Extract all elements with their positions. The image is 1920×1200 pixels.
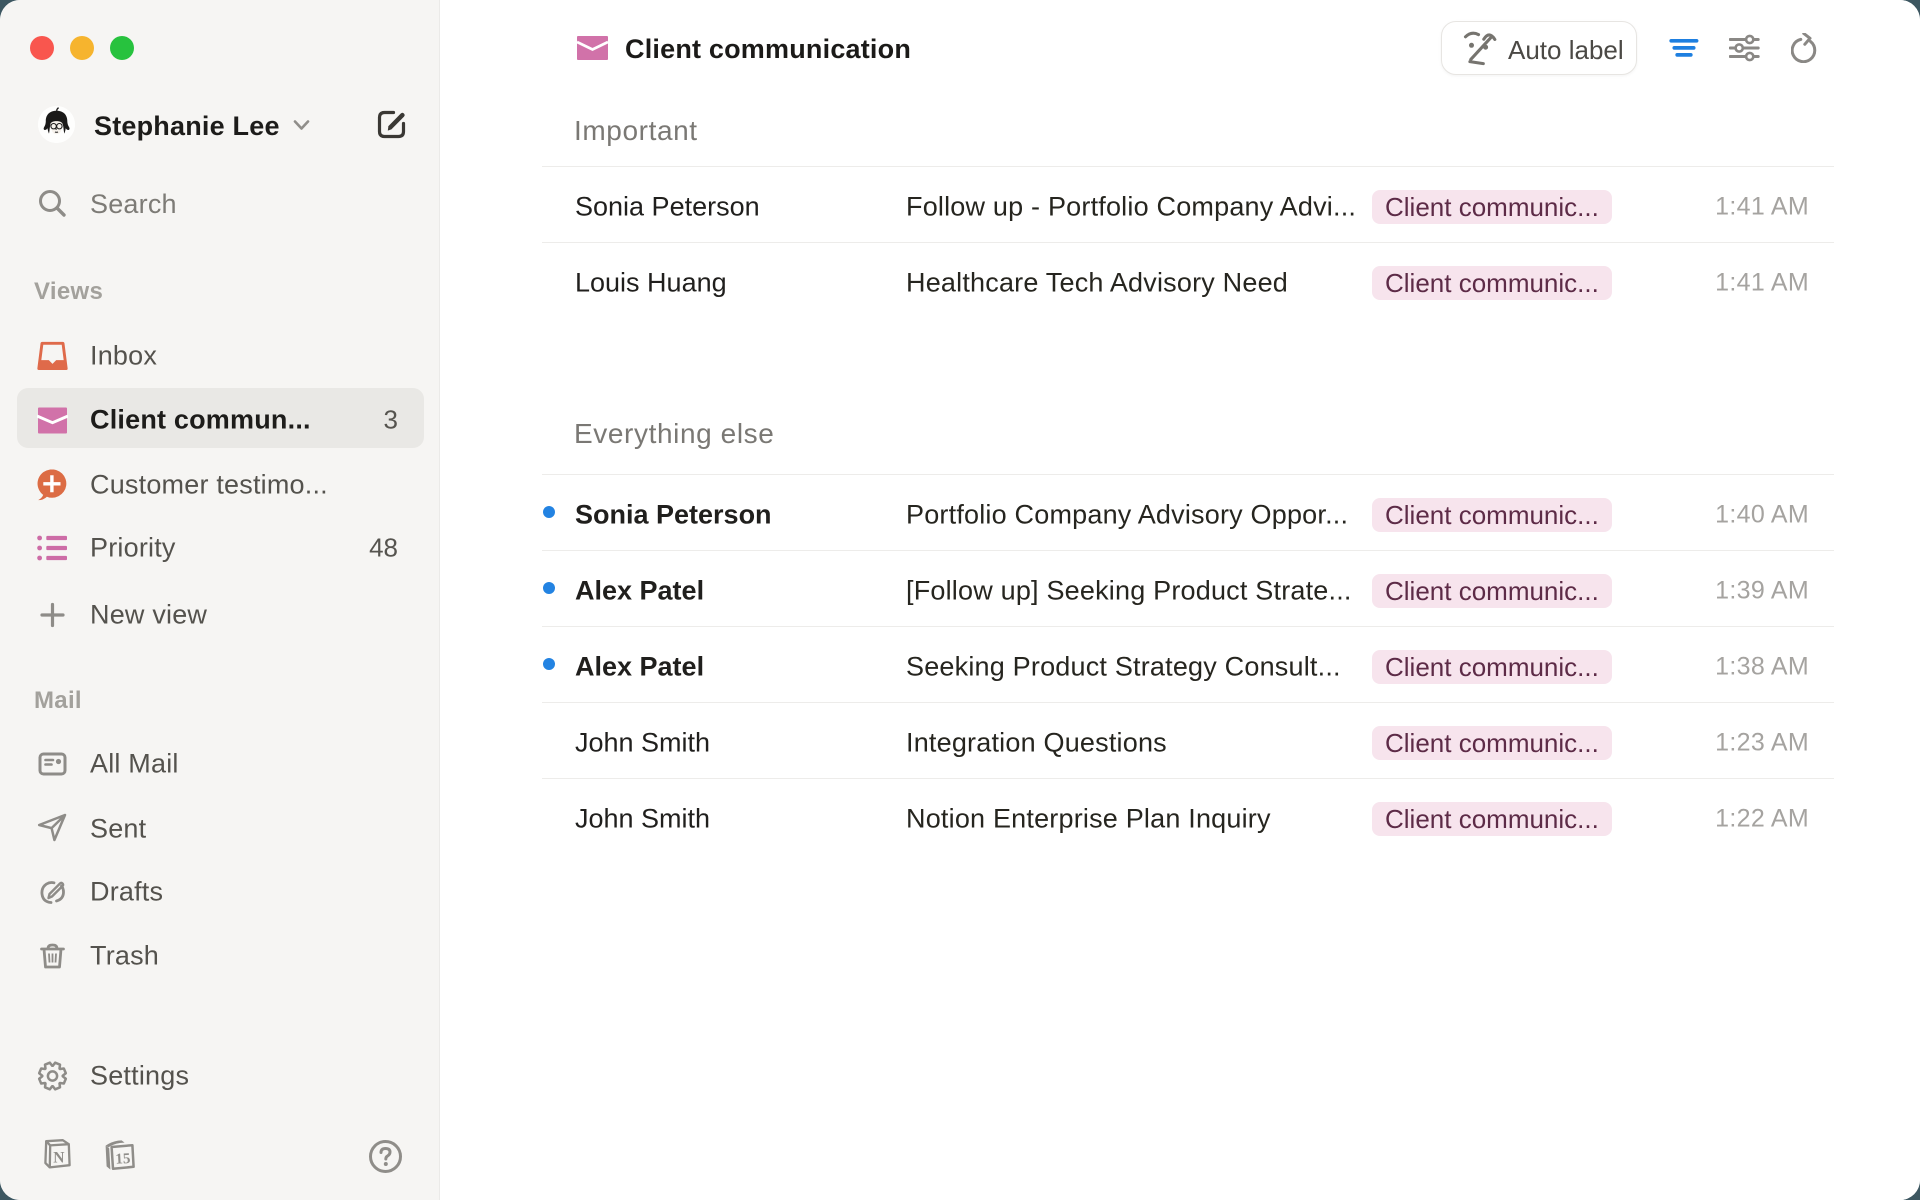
svg-text:N: N	[53, 1149, 64, 1166]
svg-text:15: 15	[115, 1151, 131, 1168]
